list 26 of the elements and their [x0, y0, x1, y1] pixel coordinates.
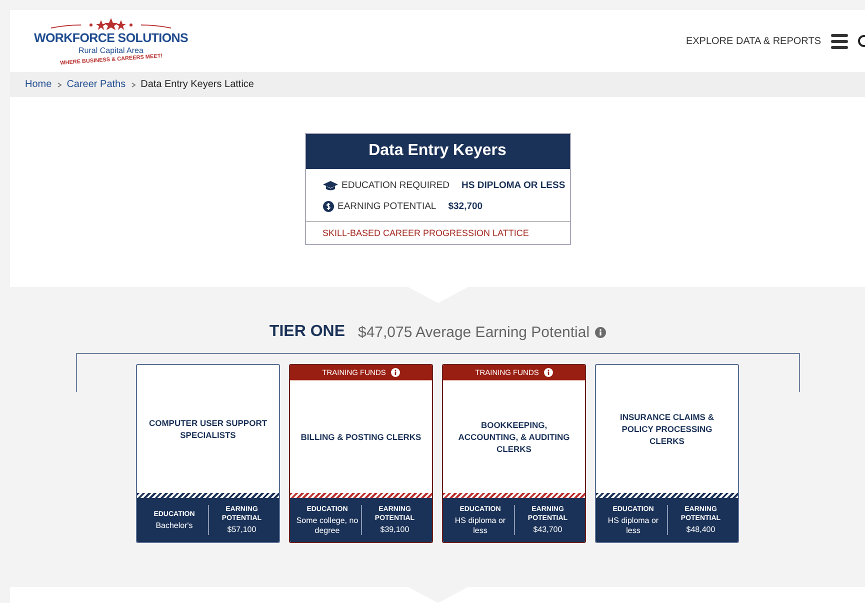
breadcrumb-item[interactable]: Career Paths — [66, 79, 126, 90]
tier-name: TIER ONE — [269, 323, 345, 341]
breadcrumb-item[interactable]: Home — [25, 79, 52, 90]
earning-value: $43,700 — [532, 525, 564, 535]
earning-value: $57,100 — [226, 525, 258, 535]
earning-label: EARNING POTENTIAL — [338, 201, 436, 212]
career-title: BILLING & POSTING CLERKS — [300, 431, 422, 443]
earning-value: $32,700 — [448, 201, 483, 212]
education-value: HS DIPLOMA OR LESS — [462, 180, 566, 191]
education-label: EDUCATION REQUIRED — [342, 180, 450, 191]
nav-link[interactable]: EXPLORE DATA & REPORTS — [686, 36, 821, 46]
career-title: COMPUTER USER SUPPORT SPECIALISTS — [148, 417, 268, 441]
education-value: Some college, no degree — [295, 516, 360, 536]
career-title: BOOKKEEPING, ACCOUNTING, & AUDITING CLERKS — [457, 419, 571, 455]
lattice-link[interactable]: SKILL-BASED CAREER PROGRESSION LATTICE — [306, 221, 570, 244]
earning-value: $48,400 — [685, 525, 716, 535]
tier-summary: $47,075 Average Earning Potential — [358, 324, 590, 340]
breadcrumb-item: Data Entry Keyers Lattice — [140, 79, 254, 90]
education-value: Bachelor's — [154, 520, 194, 530]
logo-title: WORKFORCE SOLUTIONS — [34, 30, 188, 46]
career-title: INSURANCE CLAIMS & POLICY PROCESSING CLERKS — [619, 411, 715, 447]
logo-subtitle: Rural Capital Area — [78, 46, 144, 55]
occupation-title: Data Entry Keyers — [306, 134, 570, 169]
education-value: HS diploma or less — [454, 516, 507, 536]
education-value: HS diploma or less — [606, 516, 660, 536]
earning-value: $39,100 — [379, 525, 410, 535]
